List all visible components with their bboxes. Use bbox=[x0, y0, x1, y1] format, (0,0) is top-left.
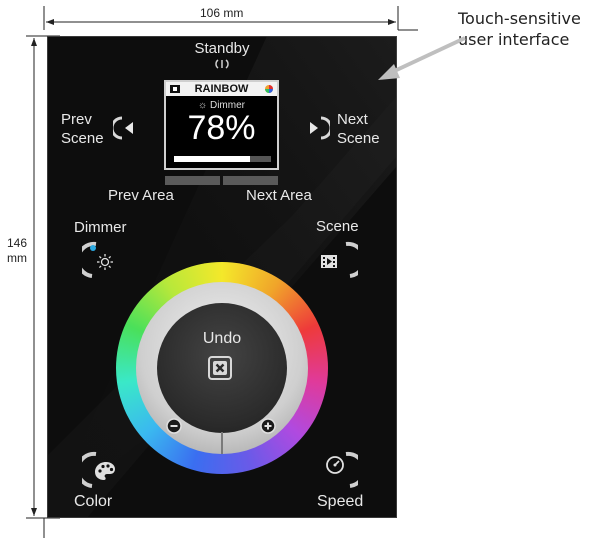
height-dimension-unit: mm bbox=[7, 251, 27, 265]
dimmer-button[interactable] bbox=[82, 240, 122, 280]
standby-label: Standby bbox=[194, 40, 250, 57]
prev-scene-label: Prev Scene bbox=[61, 110, 104, 148]
film-icon bbox=[321, 255, 337, 268]
callout-line-1: Touch-sensitive bbox=[458, 9, 581, 28]
minus-icon bbox=[166, 418, 182, 434]
color-button[interactable] bbox=[82, 450, 124, 490]
speedometer-icon bbox=[326, 456, 344, 474]
screen-title-bar: RAINBOW bbox=[166, 82, 277, 96]
palette-icon bbox=[95, 462, 115, 480]
next-scene-label-line1: Next bbox=[337, 111, 368, 128]
color-wheel-icon-small bbox=[265, 85, 273, 93]
dimmer-label: Dimmer bbox=[74, 219, 127, 236]
screen-level-fill bbox=[174, 156, 250, 162]
color-label: Color bbox=[74, 493, 113, 510]
height-dimension-label: 146 mm bbox=[2, 236, 32, 266]
dimmer-indicator bbox=[90, 245, 96, 251]
prev-scene-button[interactable] bbox=[113, 115, 137, 141]
next-scene-label-line2: Scene bbox=[337, 130, 380, 147]
width-dimension-label: 106 mm bbox=[197, 6, 247, 20]
callout-line-2: user interface bbox=[458, 30, 570, 49]
next-area-button[interactable] bbox=[223, 176, 278, 185]
next-area-label: Next Area bbox=[246, 187, 312, 204]
power-icon bbox=[215, 59, 229, 69]
height-dimension-value: 146 bbox=[6, 236, 28, 250]
next-scene-arc-icon bbox=[320, 116, 330, 140]
callout-text: Touch-sensitive user interface bbox=[458, 8, 608, 50]
prev-area-button[interactable] bbox=[165, 176, 220, 185]
prev-scene-label-line2: Scene bbox=[61, 130, 104, 147]
plus-button[interactable] bbox=[260, 418, 276, 434]
speed-label: Speed bbox=[317, 493, 364, 510]
wheel-divider bbox=[221, 432, 223, 454]
sun-icon bbox=[97, 254, 113, 270]
display-screen: RAINBOW ☼ Dimmer 78% bbox=[164, 80, 279, 170]
scene-label: Scene bbox=[316, 218, 359, 235]
plus-icon bbox=[260, 418, 276, 434]
minus-button[interactable] bbox=[166, 418, 182, 434]
screen-percent: 78% bbox=[187, 109, 256, 147]
screen-title: RAINBOW bbox=[194, 83, 249, 95]
prev-scene-label-line1: Prev bbox=[61, 111, 92, 128]
screen-level-track bbox=[174, 156, 271, 162]
prev-area-label: Prev Area bbox=[108, 187, 174, 204]
prev-scene-arc-icon bbox=[113, 116, 123, 140]
standby-button[interactable] bbox=[213, 57, 231, 71]
next-scene-label: Next Scene bbox=[337, 110, 380, 148]
scene-button[interactable] bbox=[316, 240, 358, 280]
next-arrow-icon bbox=[310, 122, 318, 134]
next-scene-button[interactable] bbox=[306, 115, 330, 141]
speed-button[interactable] bbox=[316, 450, 358, 490]
prev-arrow-icon bbox=[125, 122, 133, 134]
callout-arrow bbox=[378, 36, 466, 80]
